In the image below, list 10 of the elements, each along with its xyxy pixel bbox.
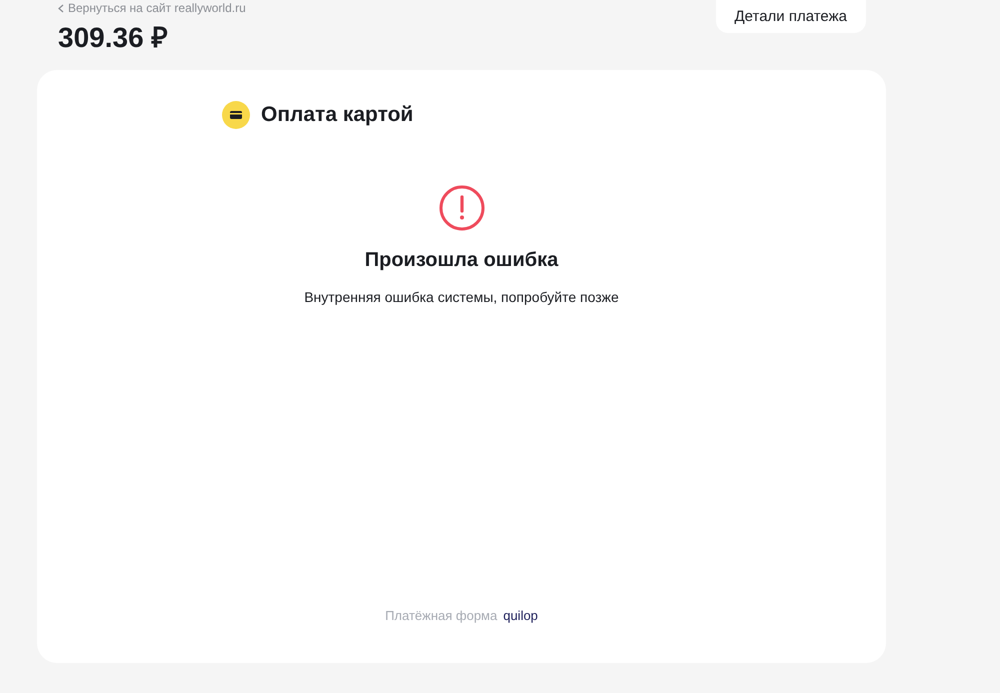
payment-details-button[interactable]: Детали платежа [716,0,866,33]
error-heading: Произошла ошибка [364,249,558,272]
card-icon [222,101,250,129]
card-title: Оплата картой [261,103,414,127]
chevron-left-icon [58,4,64,12]
error-message: Внутренняя ошибка системы, попробуйте позже [304,289,619,305]
payment-amount: 309.36 ₽ [58,21,168,55]
footer-label: Платёжная форма [385,608,498,623]
error-icon [438,185,484,231]
brand-name: quilop [503,608,538,623]
